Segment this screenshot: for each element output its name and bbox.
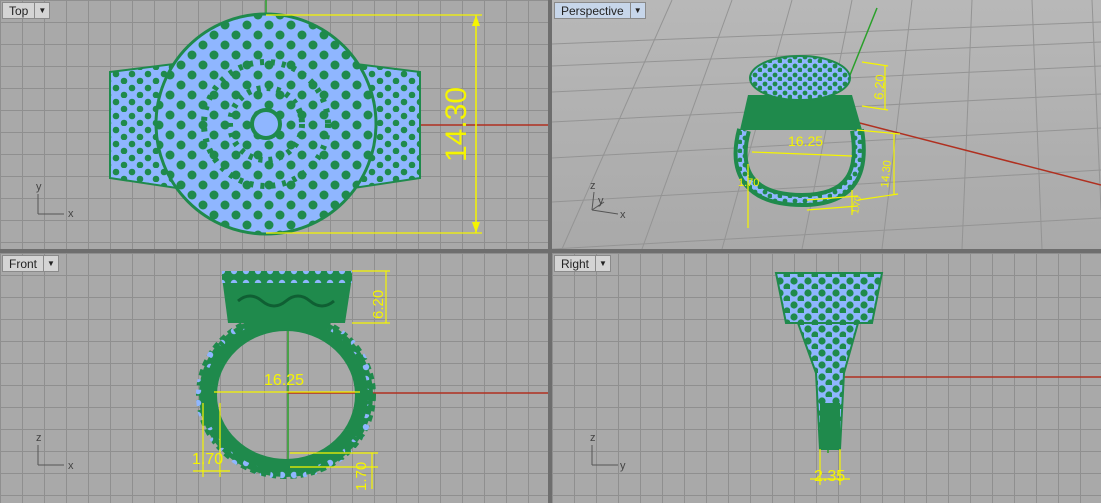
viewport-layout: 14.30 y x Top ▼ 6.20 16.25 14.30 1.70 1.… bbox=[0, 0, 1101, 503]
axis-label-z: z bbox=[590, 180, 596, 192]
axis-gizmo-icon: z x bbox=[36, 432, 74, 472]
viewport-tab-right[interactable]: Right ▼ bbox=[554, 255, 612, 272]
dimension-label-1-70-a: 1.70 bbox=[192, 451, 223, 468]
axis-label-z: z bbox=[36, 432, 42, 444]
viewport-tab-perspective[interactable]: Perspective ▼ bbox=[554, 2, 646, 19]
dropdown-arrow-icon[interactable]: ▼ bbox=[595, 255, 612, 272]
dimension-label-1-70-b: 1.70 bbox=[353, 462, 370, 491]
axis-label-x: x bbox=[620, 209, 626, 221]
dimension-label: 14.30 bbox=[440, 87, 473, 162]
axis-label-y: y bbox=[36, 181, 42, 193]
center-stone bbox=[250, 108, 282, 140]
dimension-label-2-35: 2.35 bbox=[814, 468, 845, 485]
dimension-label-1-70-b: 1.70 bbox=[850, 195, 863, 214]
axis-gizmo-icon: z y x bbox=[590, 180, 626, 221]
dimension-label-6-20: 6.20 bbox=[871, 74, 888, 100]
dimension-label-14-30: 14.30 bbox=[879, 160, 894, 189]
perspective-view-canvas[interactable]: 6.20 16.25 14.30 1.70 1.70 z y x bbox=[552, 0, 1101, 249]
viewport-label[interactable]: Right bbox=[554, 255, 596, 272]
viewport-tab-front[interactable]: Front ▼ bbox=[2, 255, 60, 272]
top-view-canvas[interactable]: 14.30 y x bbox=[0, 0, 548, 249]
head-stones bbox=[222, 271, 352, 283]
viewport-label[interactable]: Perspective bbox=[554, 2, 630, 19]
dimension-label-6-20: 6.20 bbox=[370, 290, 387, 319]
axis-label-x: x bbox=[68, 208, 74, 220]
viewport-perspective[interactable]: 6.20 16.25 14.30 1.70 1.70 z y x Perspec… bbox=[552, 0, 1101, 249]
dimension-label-16-25: 16.25 bbox=[788, 133, 823, 149]
axis-label-x: x bbox=[68, 460, 74, 472]
axis-gizmo-icon: y x bbox=[36, 181, 74, 220]
viewport-label[interactable]: Front bbox=[2, 255, 44, 272]
shank-base bbox=[820, 403, 840, 449]
y-axis-line bbox=[847, 7, 878, 81]
ring-head bbox=[749, 55, 851, 101]
dimension-label-16-25: 16.25 bbox=[264, 372, 304, 389]
ring-shank bbox=[199, 313, 373, 477]
ring-head bbox=[774, 272, 884, 324]
dropdown-arrow-icon[interactable]: ▼ bbox=[34, 2, 51, 19]
dimension-label-1-70-a: 1.70 bbox=[738, 177, 759, 189]
viewport-front[interactable]: 6.20 16.25 1.70 1.70 z x Front ▼ bbox=[0, 253, 548, 503]
viewport-label[interactable]: Top bbox=[2, 2, 35, 19]
viewport-top[interactable]: 14.30 y x Top ▼ bbox=[0, 0, 548, 249]
axis-label-y: y bbox=[598, 195, 604, 207]
dropdown-arrow-icon[interactable]: ▼ bbox=[43, 255, 60, 272]
viewport-tab-top[interactable]: Top ▼ bbox=[2, 2, 51, 19]
viewport-right[interactable]: 2.35 z y Right ▼ bbox=[552, 253, 1101, 503]
axis-gizmo-icon: z y bbox=[590, 432, 626, 472]
axis-label-y: y bbox=[620, 460, 626, 472]
axis-label-z: z bbox=[590, 432, 596, 444]
dropdown-arrow-icon[interactable]: ▼ bbox=[629, 2, 646, 19]
right-view-canvas[interactable]: 2.35 z y bbox=[552, 253, 1101, 503]
front-view-canvas[interactable]: 6.20 16.25 1.70 1.70 z x bbox=[0, 253, 548, 503]
